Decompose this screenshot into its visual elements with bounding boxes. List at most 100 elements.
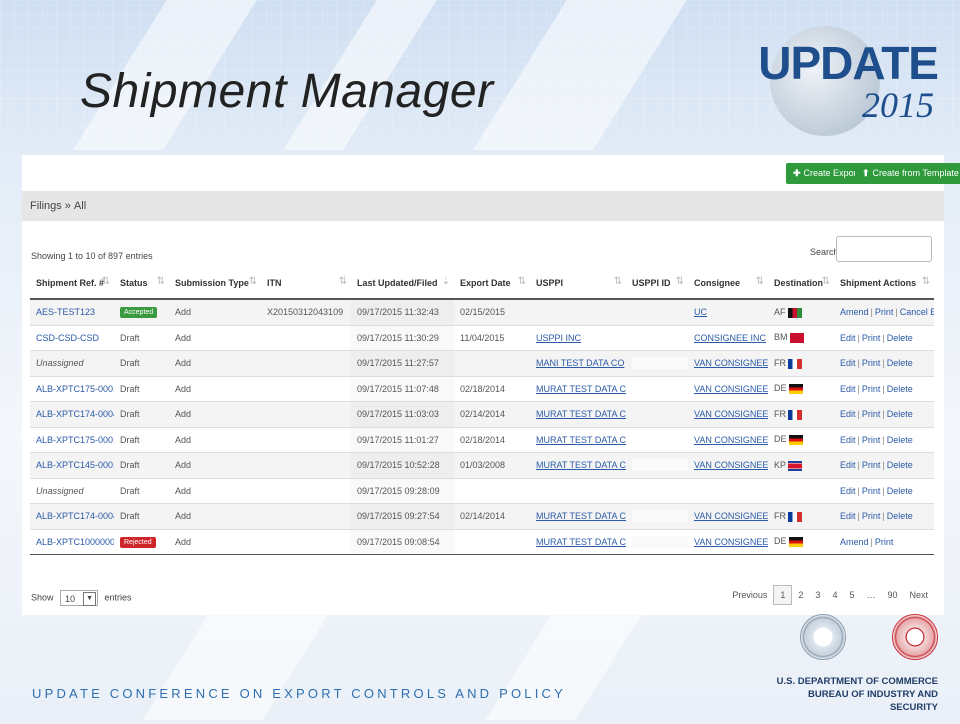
usppi-link[interactable]: USPPI INC	[536, 333, 581, 343]
breadcrumb-filings[interactable]: Filings	[30, 200, 62, 212]
action-print-link[interactable]: Print	[862, 358, 881, 368]
shipment-ref-link[interactable]: ALB-XPTC10000001	[36, 537, 114, 547]
length-menu: Show 10 ▼ entries	[31, 590, 132, 606]
column-header[interactable]: Export Date ⇅	[454, 267, 530, 300]
pagination-page[interactable]: 1	[773, 585, 793, 605]
sort-icon: ⇅	[248, 276, 257, 287]
consignee-link[interactable]: VAN CONSIGNEE	[694, 435, 768, 445]
column-header[interactable]: Last Updated/Filed ⇣	[351, 267, 454, 300]
submission-type: Add	[175, 307, 192, 318]
export-date: 11/04/2015	[460, 332, 505, 343]
sort-icon: ⇅	[338, 276, 347, 287]
create-from-template-button[interactable]: ⬆ Create from Template	[855, 163, 960, 184]
export-date: 02/14/2014	[460, 409, 506, 420]
usppi-link[interactable]: MURAT TEST DATA CO	[536, 537, 626, 547]
action-print-link[interactable]: Print	[875, 307, 894, 317]
action-edit-link[interactable]: Edit	[840, 511, 856, 521]
pagination-page[interactable]: 90	[881, 586, 903, 604]
action-delete-link[interactable]: Delete	[887, 333, 913, 343]
pagination-page[interactable]: 3	[809, 586, 826, 604]
usppi-link[interactable]: MURAT TEST DATA CO	[536, 511, 626, 521]
shipment-ref-link[interactable]: CSD-CSD-CSD	[36, 333, 99, 343]
action-edit-link[interactable]: Edit	[840, 409, 856, 419]
shipment-manager-panel: ✚ Create Export Filing ⬆ Create from Templ…	[22, 155, 960, 615]
column-header[interactable]: Status ⇅	[114, 267, 169, 300]
consignee-link[interactable]: VAN CONSIGNEE	[694, 358, 768, 368]
action-print-link[interactable]: Print	[875, 537, 894, 547]
search-input[interactable]	[836, 236, 932, 262]
pagination-page[interactable]: 5	[843, 586, 860, 604]
last-updated: 09/17/2015 11:27:57	[357, 358, 439, 369]
pagination-page[interactable]: 2	[792, 586, 809, 604]
flag-fr-icon	[788, 511, 802, 522]
usppi-link[interactable]: MURAT TEST DATA CO	[536, 409, 626, 419]
sort-icon: ⇅	[101, 276, 110, 287]
conference-footer: UPDATE CONFERENCE ON EXPORT CONTROLS AND…	[32, 686, 566, 701]
column-header[interactable]: Shipment Actions ⇅	[834, 267, 934, 300]
flag-de-icon	[788, 384, 803, 395]
consignee-link[interactable]: VAN CONSIGNEE	[694, 384, 768, 394]
bis-seal-icon	[892, 614, 938, 660]
shipment-ref-link[interactable]: ALB-XPTC174-0004	[36, 511, 114, 521]
action-print-link[interactable]: Print	[862, 333, 881, 343]
column-header[interactable]: USPPI ID ⇅	[626, 267, 688, 300]
consignee-link[interactable]: VAN CONSIGNEE	[694, 460, 768, 470]
column-header[interactable]: Destination ⇅	[768, 267, 834, 300]
action-delete-link[interactable]: Delete	[887, 409, 913, 419]
table-row: ALB-XPTC174-0004 Draft Add 09/17/2015 09:27…	[30, 503, 934, 529]
last-updated: 09/17/2015 10:52:28	[357, 460, 440, 471]
action-edit-link[interactable]: Edit	[840, 358, 856, 368]
sort-icon: ⇅	[156, 276, 165, 287]
action-delete-link[interactable]: Delete	[887, 511, 913, 521]
action-amend-link[interactable]: Amend	[840, 537, 869, 547]
status-text: Draft	[120, 383, 140, 394]
itn: X20150312043109	[267, 307, 344, 318]
action-print-link[interactable]: Print	[862, 384, 881, 394]
action-edit-link[interactable]: Edit	[840, 435, 856, 445]
action-delete-link[interactable]: Delete	[887, 460, 913, 470]
action-print-link[interactable]: Print	[862, 460, 881, 470]
action-amend-link[interactable]: Amend	[840, 307, 869, 317]
action-print-link[interactable]: Print	[862, 435, 881, 445]
usppi-link[interactable]: MURAT TEST DATA CO	[536, 460, 626, 470]
action-cancel-eei-link[interactable]: Cancel EEI	[900, 307, 934, 317]
last-updated: 09/17/2015 11:03:03	[357, 409, 439, 420]
action-delete-link[interactable]: Delete	[887, 435, 913, 445]
action-delete-link[interactable]: Delete	[887, 358, 913, 368]
consignee-link[interactable]: VAN CONSIGNEE	[694, 537, 768, 547]
shipment-ref-link[interactable]: AES-TEST123	[36, 307, 95, 317]
action-print-link[interactable]: Print	[862, 409, 881, 419]
consignee-link[interactable]: VAN CONSIGNEE	[694, 511, 768, 521]
last-updated: 09/17/2015 09:28:09	[357, 485, 440, 496]
consignee-link[interactable]: UC	[694, 307, 707, 317]
column-header[interactable]: Submission Type ⇅	[169, 267, 261, 300]
action-edit-link[interactable]: Edit	[840, 460, 856, 470]
last-updated: 09/17/2015 11:32:43	[357, 307, 439, 318]
usppi-link[interactable]: MURAT TEST DATA CO	[536, 384, 626, 394]
consignee-link[interactable]: VAN CONSIGNEE	[694, 409, 768, 419]
action-edit-link[interactable]: Edit	[840, 384, 856, 394]
pagination-previous[interactable]: Previous	[726, 586, 773, 604]
export-date: 02/14/2014	[460, 511, 506, 522]
action-edit-link[interactable]: Edit	[840, 333, 856, 343]
pagination-page[interactable]: 4	[826, 586, 843, 604]
consignee-link[interactable]: CONSIGNEE INC	[694, 333, 766, 343]
shipment-ref-link[interactable]: ALB-XPTC175-0001	[36, 435, 114, 445]
action-delete-link[interactable]: Delete	[887, 486, 913, 496]
shipment-ref-link[interactable]: ALB-XPTC174-0004	[36, 409, 114, 419]
column-header[interactable]: Shipment Ref. # ⇅	[30, 267, 114, 300]
column-header[interactable]: USPPI ⇅	[530, 267, 626, 300]
pagination-next[interactable]: Next	[903, 586, 934, 604]
action-print-link[interactable]: Print	[862, 511, 881, 521]
usppi-link[interactable]: MURAT TEST DATA CO	[536, 435, 626, 445]
page-length-select[interactable]: 10 ▼	[60, 590, 99, 606]
action-edit-link[interactable]: Edit	[840, 486, 856, 496]
action-print-link[interactable]: Print	[862, 486, 881, 496]
usppi-link[interactable]: MANI TEST DATA CO	[536, 358, 624, 368]
action-delete-link[interactable]: Delete	[887, 384, 913, 394]
sort-desc-icon: ⇣	[441, 276, 450, 287]
column-header[interactable]: Consignee ⇅	[688, 267, 768, 300]
column-header[interactable]: ITN ⇅	[261, 267, 351, 300]
shipment-ref-link[interactable]: ALB-XPTC145-0001	[36, 460, 114, 470]
shipment-ref-link[interactable]: ALB-XPTC175-0001	[36, 384, 114, 394]
